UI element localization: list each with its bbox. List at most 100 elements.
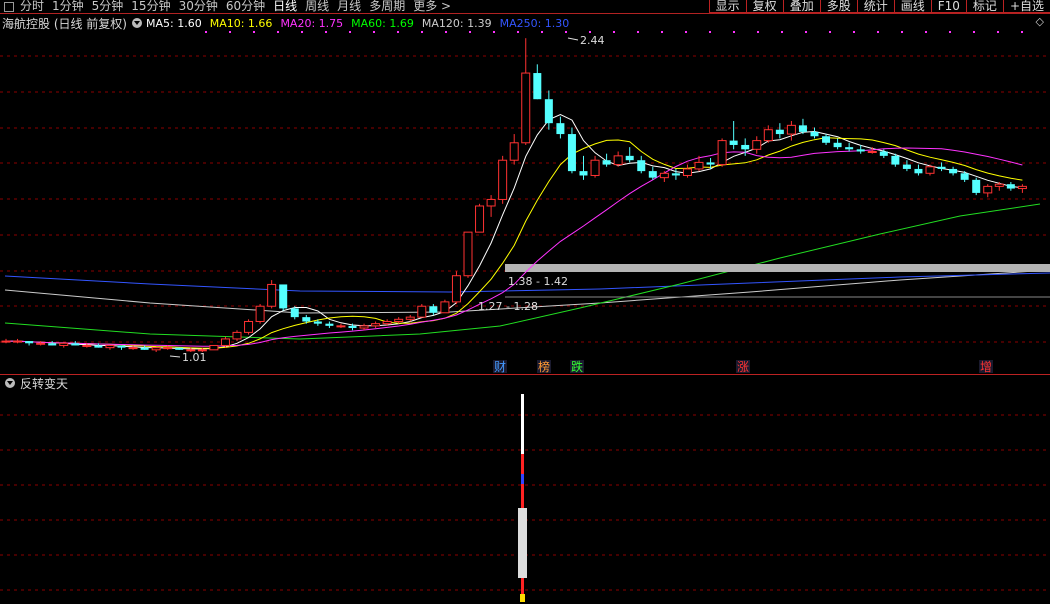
indicator-chevron-down-icon[interactable] (5, 378, 15, 388)
candle-body (429, 306, 438, 313)
event-marker: 榜 (538, 359, 550, 374)
candle-body (671, 173, 680, 176)
candle-body (972, 179, 981, 193)
candle-body (117, 345, 126, 348)
candle-body (798, 125, 807, 132)
marker-dot (733, 31, 735, 33)
toolbar-square-icon[interactable] (4, 1, 14, 12)
marker-dot (613, 31, 615, 33)
indicator-title-row: 反转变天 (0, 376, 68, 391)
marker-dot (997, 31, 999, 33)
tab-60min[interactable]: 60分钟 (226, 0, 265, 13)
tab-1min[interactable]: 1分钟 (52, 0, 84, 13)
marker-dot (925, 31, 927, 33)
draw-line-button[interactable]: 画线 (893, 0, 931, 13)
adjust-button[interactable]: 复权 (745, 0, 783, 13)
candle-body (475, 205, 485, 233)
overlay-button[interactable]: 叠加 (782, 0, 820, 13)
candle-body (94, 345, 103, 348)
period-tabs: 分时 1分钟 5分钟 15分钟 30分钟 60分钟 日线 周线 月线 多周期 更… (0, 0, 459, 13)
signal-bar (521, 454, 524, 474)
candle-body (151, 347, 161, 351)
marker-dot (397, 31, 399, 33)
marker-dot (469, 31, 471, 33)
f10-button[interactable]: F10 (930, 0, 966, 13)
candle-body (336, 325, 346, 328)
candle-body (175, 347, 184, 350)
tab-15min[interactable]: 15分钟 (131, 0, 170, 13)
tab-30min[interactable]: 30分钟 (179, 0, 218, 13)
event-marker: 涨 (737, 359, 749, 374)
pane-divider (0, 374, 1050, 375)
marker-dot (445, 31, 447, 33)
candle-body (209, 344, 219, 351)
low-price-label: 1.01 (182, 351, 207, 364)
candle-body (682, 168, 692, 176)
candle-body (891, 155, 900, 165)
candle-body (486, 198, 496, 207)
event-marker: 财 (494, 360, 506, 374)
candle-body (741, 144, 750, 150)
mark-button[interactable]: 标记 (965, 0, 1003, 13)
candle-body (833, 142, 842, 148)
ma60-label: MA60: 1.69 (351, 16, 414, 30)
tab-weekly[interactable]: 周线 (305, 0, 329, 13)
signal-bar (520, 594, 525, 602)
candle-body (937, 166, 946, 169)
tab-daily[interactable]: 日线 (273, 0, 297, 13)
low-pointer (169, 355, 181, 358)
candle-body (128, 347, 138, 350)
candle-body (810, 131, 819, 137)
candle-body (533, 73, 542, 100)
tab-monthly[interactable]: 月线 (337, 0, 361, 13)
marker-dot (349, 31, 351, 33)
candle-body (405, 316, 415, 320)
marker-dot (229, 31, 231, 33)
candle-body (786, 124, 796, 135)
tab-more[interactable]: 更多 > (413, 0, 451, 13)
candle-body (359, 325, 369, 329)
candle-body (567, 134, 576, 172)
statistics-button[interactable]: 统计 (856, 0, 894, 13)
ma20-line (6, 147, 1023, 347)
high-price-label: 2.44 (580, 34, 605, 47)
ma120-label: MA120: 1.39 (421, 16, 492, 30)
candle-body (232, 331, 242, 340)
event-marker: 增 (980, 360, 992, 374)
candle-body (105, 344, 115, 349)
marker-dot (253, 31, 255, 33)
candle-body (602, 160, 611, 165)
multi-stock-button[interactable]: 多股 (819, 0, 857, 13)
tab-multi-period[interactable]: 多周期 (369, 0, 405, 13)
tab-fenshi[interactable]: 分时 (20, 0, 44, 13)
tab-5min[interactable]: 5分钟 (92, 0, 124, 13)
chevron-down-icon[interactable] (132, 18, 142, 28)
candle-body (509, 142, 519, 161)
candle-body (659, 172, 669, 179)
zone-lower-label: 1.27 - 1.28 (478, 300, 538, 313)
diamond-icon[interactable]: ◇ (1036, 15, 1044, 28)
marker-dot (541, 31, 543, 33)
resistance-band (505, 264, 1050, 272)
candle-body (417, 305, 427, 318)
candle-body (1, 340, 11, 343)
marker-dot (709, 31, 711, 33)
candle-body (544, 99, 553, 124)
candle-body (694, 161, 704, 170)
candle-body (775, 129, 784, 135)
ma5-label: MA5: 1.60 (146, 16, 202, 30)
marker-dot (565, 31, 567, 33)
candle-body (463, 231, 473, 277)
candle-body (867, 151, 877, 154)
display-button[interactable]: 显示 (708, 0, 746, 13)
candle-body (556, 123, 565, 135)
add-watchlist-button[interactable]: +自选 (1002, 0, 1050, 13)
marker-dot (901, 31, 903, 33)
marker-dot (421, 31, 423, 33)
candle-body (440, 301, 450, 314)
marker-dot (949, 31, 951, 33)
candle-body (879, 151, 888, 156)
marker-dot (373, 31, 375, 33)
zone-upper-label: 1.38 - 1.42 (508, 275, 568, 288)
candle-body (382, 320, 392, 325)
